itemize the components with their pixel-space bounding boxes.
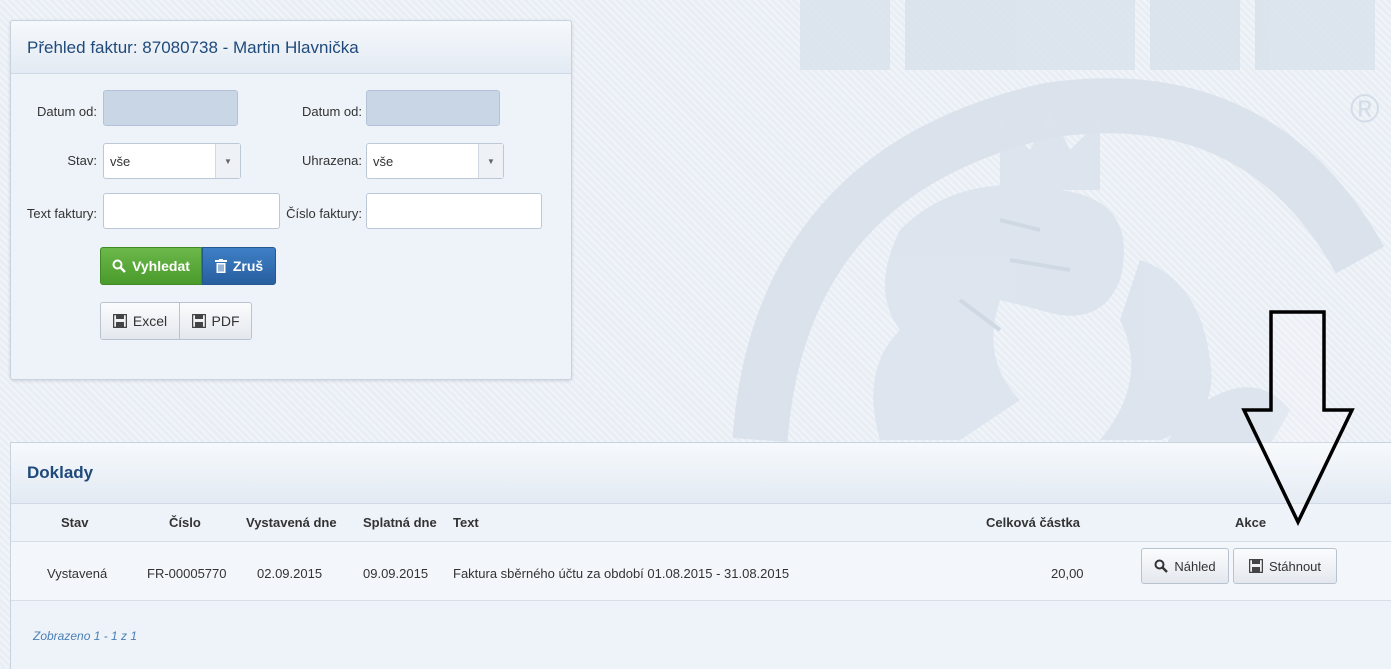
uhrazena-select-value: vše: [373, 153, 394, 169]
chevron-down-icon: ▼: [478, 144, 503, 178]
column-header-cislo: Číslo: [169, 515, 201, 530]
cell-stav: Vystavená: [47, 566, 108, 581]
column-header-vystavena: Vystavená dne: [246, 515, 337, 530]
pagination-summary: Zobrazeno 1 - 1 z 1: [33, 629, 138, 643]
preview-button-label: Náhled: [1174, 558, 1216, 574]
download-button[interactable]: Stáhnout: [1233, 548, 1337, 584]
floppy-disk-icon: [112, 314, 127, 328]
invoice-filter-panel: Přehled faktur: 87080738 - Martin Hlavni…: [10, 20, 572, 380]
column-header-splatna: Splatná dne: [363, 515, 437, 530]
cell-castka: 20,00: [1051, 566, 1084, 581]
down-arrow-annotation: [1241, 310, 1355, 526]
date-from-2-input[interactable]: [366, 90, 500, 126]
page-title: Přehled faktur: 87080738 - Martin Hlavni…: [27, 38, 359, 57]
cancel-button-label: Zruš: [232, 258, 264, 274]
cell-cislo: FR-00005770: [147, 566, 227, 581]
search-button[interactable]: Vyhledat: [100, 247, 202, 285]
column-header-text: Text: [453, 515, 479, 530]
invoice-number-label: Číslo faktury:: [286, 206, 362, 221]
stav-select[interactable]: vše ▼: [103, 143, 241, 179]
invoice-text-input[interactable]: [103, 193, 280, 229]
documents-panel-header: [11, 443, 1391, 504]
search-icon: [1154, 559, 1169, 573]
uhrazena-label: Uhrazena:: [302, 153, 362, 168]
cell-vystavena: 02.09.2015: [257, 566, 323, 581]
search-icon: [112, 259, 126, 273]
floppy-disk-icon: [1248, 559, 1263, 573]
trash-icon: [214, 259, 227, 273]
column-header-castka: Celková částka: [986, 515, 1080, 530]
stav-select-value: vše: [110, 153, 131, 169]
stav-label: Stav:: [67, 153, 97, 168]
chevron-down-icon: ▼: [215, 144, 240, 178]
registered-icon: ®: [1350, 87, 1379, 131]
date-from-input[interactable]: [103, 90, 238, 126]
invoice-number-input[interactable]: [366, 193, 542, 229]
search-button-label: Vyhledat: [132, 258, 190, 274]
date-from-label: Datum od:: [37, 104, 97, 119]
documents-panel: Doklady Stav Číslo Vystavená dne Splatná…: [10, 442, 1391, 669]
download-button-label: Stáhnout: [1268, 558, 1322, 574]
floppy-disk-icon: [191, 314, 206, 328]
cell-splatna: 09.09.2015: [363, 566, 429, 581]
export-pdf-button[interactable]: PDF: [180, 302, 252, 340]
export-pdf-label: PDF: [211, 313, 240, 329]
uhrazena-select[interactable]: vše ▼: [366, 143, 504, 179]
cell-text: Faktura sběrného účtu za období 01.08.20…: [453, 566, 790, 581]
documents-title: Doklady: [27, 463, 94, 482]
cancel-button[interactable]: Zruš: [202, 247, 276, 285]
export-excel-button[interactable]: Excel: [100, 302, 180, 340]
date-from-2-label: Datum od:: [302, 104, 362, 119]
export-excel-label: Excel: [132, 313, 168, 329]
column-header-stav: Stav: [61, 515, 89, 530]
preview-button[interactable]: Náhled: [1141, 548, 1229, 584]
invoice-text-label: Text faktury:: [26, 206, 97, 221]
